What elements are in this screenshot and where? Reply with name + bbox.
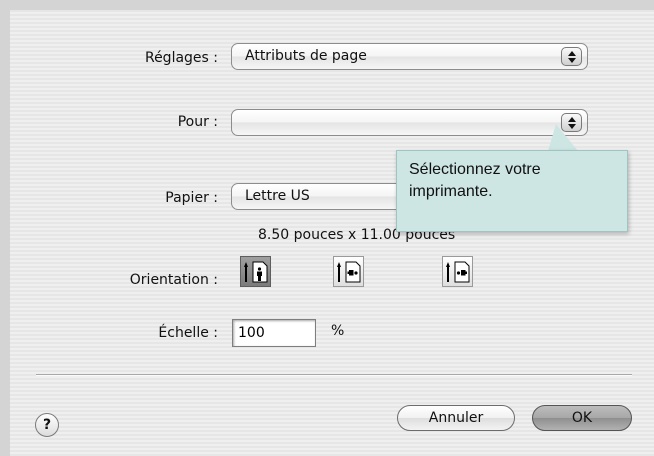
popup-arrows-icon xyxy=(561,47,582,66)
settings-popup[interactable]: Attributs de page xyxy=(231,43,588,70)
landscape-right-orientation-icon xyxy=(446,261,470,283)
scale-unit: % xyxy=(331,323,345,339)
ok-button[interactable]: OK xyxy=(532,405,632,431)
paper-popup-value: Lettre US xyxy=(245,188,310,204)
scale-label: Échelle : xyxy=(158,325,218,341)
paper-label: Papier : xyxy=(165,190,218,206)
window-frame-left xyxy=(0,0,10,456)
format-for-label: Pour : xyxy=(177,114,218,130)
orientation-landscape-right-button[interactable] xyxy=(442,256,473,287)
portrait-orientation-icon xyxy=(244,261,268,283)
settings-label: Réglages : xyxy=(144,50,218,66)
orientation-label: Orientation : xyxy=(129,272,218,288)
format-for-popup[interactable] xyxy=(231,109,588,136)
cancel-button[interactable]: Annuler xyxy=(397,405,515,431)
scale-input[interactable] xyxy=(232,319,316,347)
landscape-left-orientation-icon xyxy=(337,261,361,283)
divider xyxy=(36,374,632,376)
window-frame-top xyxy=(0,0,654,10)
settings-popup-value: Attributs de page xyxy=(245,48,367,64)
orientation-landscape-left-button[interactable] xyxy=(333,256,364,287)
help-button[interactable]: ? xyxy=(35,413,59,437)
tooltip-pointer xyxy=(548,124,578,151)
tooltip: Sélectionnez votre imprimante. xyxy=(396,150,628,232)
orientation-portrait-button[interactable] xyxy=(240,256,271,287)
